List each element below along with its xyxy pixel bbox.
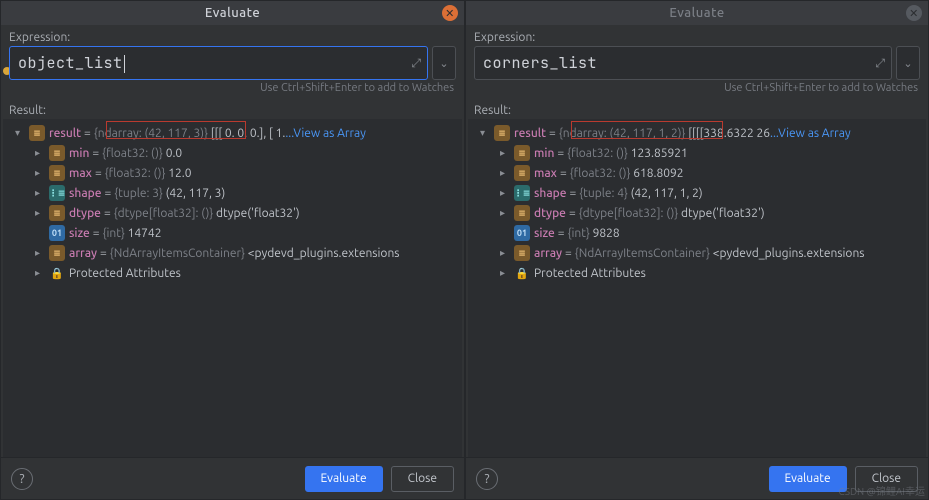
list-icon: ⋮≡	[49, 185, 65, 201]
field-icon: ≡	[49, 245, 65, 261]
field-icon: ≡	[494, 125, 510, 141]
tree-node-shape[interactable]: ⋮≡ shape = {tuple: 3} (42, 117, 3)	[3, 183, 462, 203]
hint-text: Use Ctrl+Shift+Enter to add to Watches	[1, 80, 464, 98]
close-button[interactable]: Close	[391, 466, 454, 492]
expand-icon[interactable]: ⤢	[411, 55, 419, 71]
equals-sign: =	[81, 127, 94, 140]
var-value: 0.0	[166, 147, 183, 160]
chevron-right-icon[interactable]	[500, 247, 512, 259]
var-type: {ndarray: (42, 117, 3)}	[94, 127, 208, 140]
field-icon: ≡	[49, 145, 65, 161]
titlebar: Evaluate ✕	[1, 1, 464, 25]
var-name: result	[514, 127, 546, 140]
chevron-right-icon[interactable]	[35, 247, 47, 259]
expression-input[interactable]: corners_list ⤢	[474, 46, 892, 80]
result-tree[interactable]: ≡ result = {ndarray: (42, 117, 1, 2)} [[…	[468, 119, 926, 457]
chevron-right-icon[interactable]	[35, 267, 47, 279]
int-icon: 01	[49, 225, 65, 241]
tree-node-array[interactable]: ≡ array = {NdArrayItemsContainer} <pydev…	[468, 243, 926, 263]
window-title: Evaluate	[205, 6, 260, 20]
chevron-right-icon[interactable]	[35, 147, 47, 159]
result-label: Result:	[1, 98, 464, 119]
result-tree[interactable]: ≡ result = {ndarray: (42, 117, 3)} [[[ 0…	[3, 119, 462, 457]
field-icon: ≡	[514, 145, 530, 161]
tree-root[interactable]: ≡ result = {ndarray: (42, 117, 3)} [[[ 0…	[3, 123, 462, 143]
expression-label: Expression:	[466, 25, 928, 46]
lock-icon: 🔒	[514, 265, 530, 281]
var-name: min	[69, 147, 89, 160]
var-type: {ndarray: (42, 117, 1, 2)}	[559, 127, 686, 140]
history-dropdown[interactable]: ⌄	[432, 46, 456, 80]
expand-icon[interactable]: ⤢	[875, 55, 883, 71]
close-icon[interactable]: ✕	[442, 5, 458, 21]
chevron-right-icon[interactable]	[35, 167, 47, 179]
chevron-right-icon[interactable]	[500, 167, 512, 179]
tree-node-shape[interactable]: ⋮≡ shape = {tuple: 4} (42, 117, 1, 2)	[468, 183, 926, 203]
chevron-down-icon[interactable]	[15, 127, 27, 139]
var-preview: [[[[338.6322 26	[688, 127, 770, 140]
field-icon: ≡	[49, 165, 65, 181]
chevron-right-icon[interactable]	[500, 207, 512, 219]
tree-node-dtype[interactable]: ≡ dtype = {dtype[float32]: ()} dtype('fl…	[3, 203, 462, 223]
tree-node-size[interactable]: 01 size = {int} 14742	[3, 223, 462, 243]
titlebar: Evaluate ✕	[466, 1, 928, 25]
field-icon: ≡	[514, 165, 530, 181]
csdn-watermark: CSDN @锦鲤AI幸运	[839, 483, 925, 498]
result-label: Result:	[466, 98, 928, 119]
list-icon: ⋮≡	[514, 185, 530, 201]
field-icon: ≡	[49, 205, 65, 221]
window-title: Evaluate	[669, 6, 724, 20]
tree-node-size[interactable]: 01 size = {int} 9828	[468, 223, 926, 243]
expression-text: object_list	[18, 53, 123, 73]
help-button[interactable]: ?	[476, 468, 498, 490]
tree-root[interactable]: ≡ result = {ndarray: (42, 117, 1, 2)} [[…	[468, 123, 926, 143]
evaluate-button[interactable]: Evaluate	[769, 466, 847, 492]
view-as-array-link[interactable]: ...View as Array	[285, 127, 366, 140]
tree-node-min[interactable]: ≡ min = {float32: ()} 0.0	[3, 143, 462, 163]
field-icon: ≡	[514, 245, 530, 261]
expression-text: corners_list	[483, 53, 597, 73]
history-dropdown[interactable]: ⌄	[896, 46, 920, 80]
tree-node-dtype[interactable]: ≡ dtype = {dtype[float32]: ()} dtype('fl…	[468, 203, 926, 223]
int-icon: 01	[514, 225, 530, 241]
var-name: result	[49, 127, 81, 140]
help-button[interactable]: ?	[11, 468, 33, 490]
var-type: {float32: ()}	[102, 147, 163, 160]
chevron-right-icon[interactable]	[35, 187, 47, 199]
tree-node-array[interactable]: ≡ array = {NdArrayItemsContainer} <pydev…	[3, 243, 462, 263]
expression-input[interactable]: object_list ⤢	[9, 46, 428, 80]
var-preview: [[[ 0. 0. 0.], [ 1.	[211, 127, 286, 140]
chevron-right-icon[interactable]	[500, 147, 512, 159]
view-as-array-link[interactable]: ...View as Array	[770, 127, 851, 140]
text-caret	[124, 55, 125, 73]
tree-node-max[interactable]: ≡ max = {float32: ()} 618.8092	[468, 163, 926, 183]
lock-icon: 🔒	[49, 265, 65, 281]
tree-node-protected[interactable]: 🔒 Protected Attributes	[468, 263, 926, 283]
expression-label: Expression:	[1, 25, 464, 46]
chevron-right-icon[interactable]	[35, 207, 47, 219]
evaluate-button[interactable]: Evaluate	[305, 466, 383, 492]
tree-node-max[interactable]: ≡ max = {float32: ()} 12.0	[3, 163, 462, 183]
chevron-right-icon[interactable]	[500, 187, 512, 199]
tree-node-min[interactable]: ≡ min = {float32: ()} 123.85921	[468, 143, 926, 163]
chevron-right-icon[interactable]	[500, 267, 512, 279]
hint-text: Use Ctrl+Shift+Enter to add to Watches	[466, 80, 928, 98]
chevron-down-icon[interactable]	[480, 127, 492, 139]
field-icon: ≡	[514, 205, 530, 221]
close-icon[interactable]: ✕	[906, 5, 922, 21]
tree-node-protected[interactable]: 🔒 Protected Attributes	[3, 263, 462, 283]
field-icon: ≡	[29, 125, 45, 141]
